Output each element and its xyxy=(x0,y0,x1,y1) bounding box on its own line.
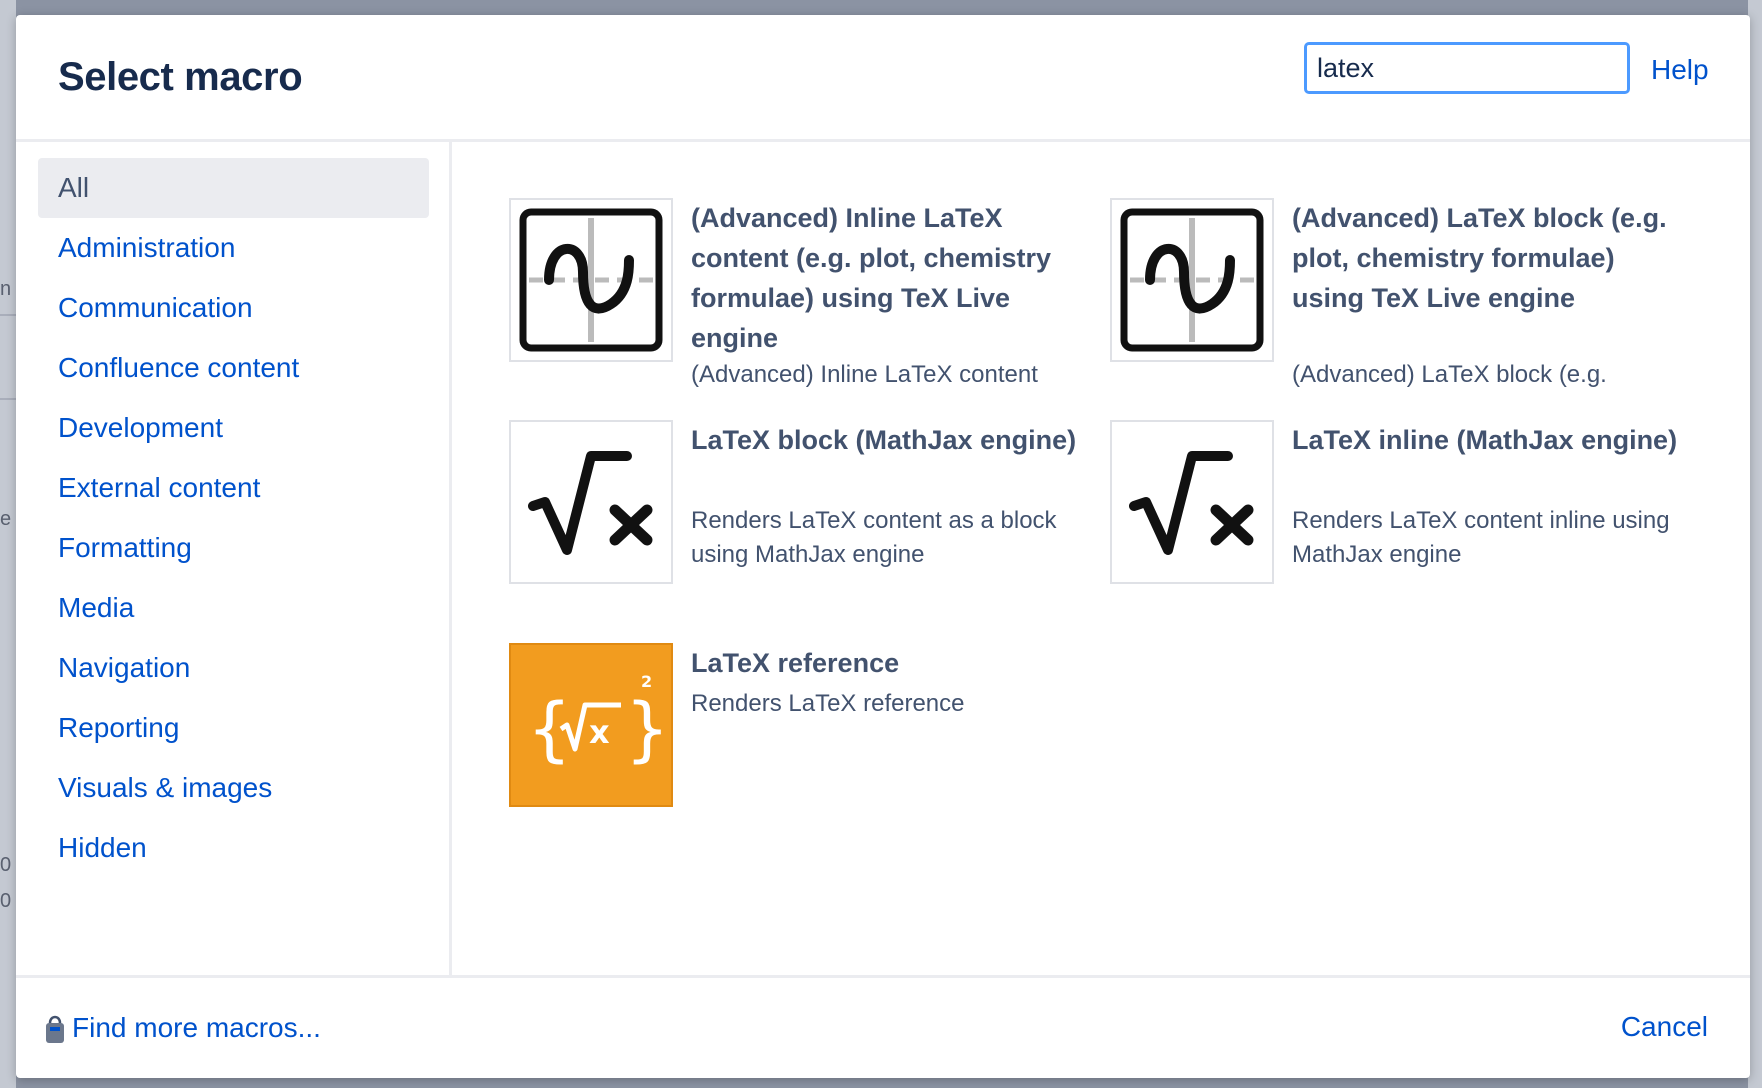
background-page-right-edge xyxy=(1748,0,1762,1088)
sidebar-item-all[interactable]: All xyxy=(38,158,429,218)
macro-name: (Advanced) LaTeX block (e.g. plot, chemi… xyxy=(1292,203,1667,313)
macro-card[interactable]: { } x 2 LaTeX reference Renders LaTeX re… xyxy=(509,643,1089,807)
sidebar-item-communication[interactable]: Communication xyxy=(38,278,429,338)
sidebar-item-formatting[interactable]: Formatting xyxy=(38,518,429,578)
macro-name: LaTeX reference xyxy=(691,648,900,678)
macro-name: (Advanced) Inline LaTeX content (e.g. pl… xyxy=(691,203,1052,353)
square-root-x-icon xyxy=(509,420,673,584)
macro-name: LaTeX block (MathJax engine) xyxy=(691,425,1077,455)
help-link[interactable]: Help xyxy=(1651,54,1709,86)
svg-text:2: 2 xyxy=(641,672,652,691)
macro-card[interactable]: (Advanced) Inline LaTeX content (e.g. pl… xyxy=(509,198,1089,398)
sidebar-item-visuals-images[interactable]: Visuals & images xyxy=(38,758,429,818)
dialog-title: Select macro xyxy=(58,55,303,99)
macro-description: Renders LaTeX content inline using MathJ… xyxy=(1292,507,1670,568)
sidebar-item-administration[interactable]: Administration xyxy=(38,218,429,278)
sidebar-item-media[interactable]: Media xyxy=(38,578,429,638)
select-macro-dialog: Select macro Help All Administration Com… xyxy=(16,15,1750,1078)
cancel-button[interactable]: Cancel xyxy=(1621,1011,1708,1043)
macro-search-input[interactable] xyxy=(1304,42,1630,94)
macro-description: (Advanced) Inline LaTeX content xyxy=(691,361,1038,388)
macro-card[interactable]: (Advanced) LaTeX block (e.g. plot, chemi… xyxy=(1110,198,1690,398)
macro-card[interactable]: LaTeX inline (MathJax engine) Renders La… xyxy=(1110,420,1690,590)
background-text-fragment: 0 xyxy=(0,854,12,876)
latex-reference-icon: { } x 2 xyxy=(509,643,673,807)
background-text-fragment: n xyxy=(0,278,12,300)
macro-card[interactable]: LaTeX block (MathJax engine) Renders LaT… xyxy=(509,420,1089,590)
macro-name: LaTeX inline (MathJax engine) xyxy=(1292,425,1678,455)
background-divider xyxy=(0,314,16,316)
macro-description: (Advanced) LaTeX block (e.g. xyxy=(1292,361,1607,388)
svg-text:x: x xyxy=(589,713,610,751)
macro-description: Renders LaTeX reference xyxy=(691,690,965,717)
find-more-macros-label: Find more macros... xyxy=(72,1012,321,1043)
sine-graph-icon xyxy=(509,198,673,362)
background-page-edge xyxy=(0,0,16,1088)
square-root-x-icon xyxy=(1110,420,1274,584)
sidebar-item-confluence-content[interactable]: Confluence content xyxy=(38,338,429,398)
dialog-footer: Find more macros... Cancel xyxy=(16,975,1750,1078)
background-divider xyxy=(0,398,16,400)
macro-results: (Advanced) Inline LaTeX content (e.g. pl… xyxy=(452,142,1750,978)
background-text-fragment: e xyxy=(0,508,12,530)
sidebar-item-navigation[interactable]: Navigation xyxy=(38,638,429,698)
background-text-fragment: 0 xyxy=(0,890,12,912)
find-more-macros-link[interactable]: Find more macros... xyxy=(42,1011,321,1045)
sine-graph-icon xyxy=(1110,198,1274,362)
sidebar-item-external-content[interactable]: External content xyxy=(38,458,429,518)
marketplace-bag-icon xyxy=(46,1015,64,1043)
sidebar-item-development[interactable]: Development xyxy=(38,398,429,458)
sidebar-item-hidden[interactable]: Hidden xyxy=(38,818,429,878)
svg-text:}: } xyxy=(625,688,670,770)
macro-description: Renders LaTeX content as a block using M… xyxy=(691,507,1057,568)
category-sidebar: All Administration Communication Conflue… xyxy=(16,142,452,978)
sidebar-item-reporting[interactable]: Reporting xyxy=(38,698,429,758)
dialog-header: Select macro Help xyxy=(16,15,1750,142)
